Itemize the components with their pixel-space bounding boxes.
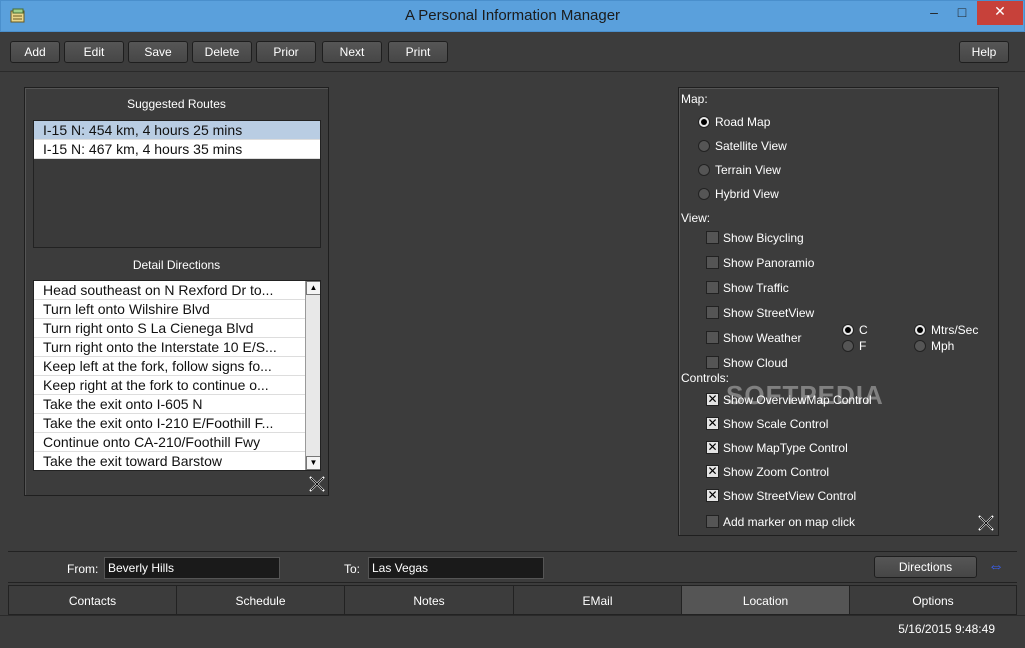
watermark: SOFTPEDIA	[726, 380, 884, 410]
checkbox-icon	[706, 331, 719, 344]
minimize-button[interactable]: ‒	[919, 1, 949, 25]
checkbox-icon	[706, 306, 719, 319]
controls-section-label: Controls:	[681, 371, 730, 385]
help-button[interactable]: Help	[959, 41, 1009, 63]
view-section-label: View:	[681, 211, 711, 225]
direction-item[interactable]: Keep left at the fork, follow signs fo..…	[34, 357, 320, 376]
checkbox-label: Show StreetView	[723, 306, 815, 320]
status-datetime: 5/16/2015 9:48:49	[898, 622, 995, 636]
radio-icon	[698, 188, 710, 200]
scroll-up-icon[interactable]: ▲	[306, 281, 320, 295]
radio-icon	[914, 340, 926, 352]
toolbar: Add Edit Save Delete Prior Next Print He…	[0, 32, 1025, 72]
tab-bar: Contacts Schedule Notes EMail Location O…	[8, 585, 1017, 615]
save-button[interactable]: Save	[128, 41, 188, 63]
scroll-down-icon[interactable]: ▼	[306, 456, 320, 470]
detail-directions-title: Detail Directions	[132, 258, 221, 272]
radio-label: Road Map	[715, 115, 771, 129]
tab-options[interactable]: Options	[849, 585, 1017, 615]
edit-button[interactable]: Edit	[64, 41, 124, 63]
route-item[interactable]: I-15 N: 467 km, 4 hours 35 mins	[34, 140, 320, 159]
radio-label: Satellite View	[715, 139, 787, 153]
checkbox-icon	[706, 231, 719, 244]
checkbox-label: Add marker on map click	[723, 515, 856, 529]
direction-item[interactable]: Take the exit toward Barstow	[34, 452, 320, 470]
checkbox-label: Show Panoramio	[723, 256, 815, 270]
close-pane-icon[interactable]	[308, 475, 326, 493]
tab-schedule[interactable]: Schedule	[176, 585, 345, 615]
from-input[interactable]	[104, 557, 280, 579]
direction-item[interactable]: Turn right onto the Interstate 10 E/S...	[34, 338, 320, 357]
direction-item[interactable]: Turn right onto S La Cienega Blvd	[34, 319, 320, 338]
direction-item[interactable]: Continue onto CA-210/Foothill Fwy	[34, 433, 320, 452]
directions-button[interactable]: Directions	[874, 556, 977, 578]
direction-item[interactable]: Turn left onto Wilshire Blvd	[34, 300, 320, 319]
radio-label: Terrain View	[715, 163, 781, 177]
radio-icon	[698, 116, 710, 128]
checkbox-label: Show StreetView Control	[723, 489, 857, 503]
radio-icon	[698, 140, 710, 152]
delete-button[interactable]: Delete	[192, 41, 252, 63]
direction-item[interactable]: Head southeast on N Rexford Dr to...	[34, 281, 320, 300]
close-pane-icon[interactable]	[977, 514, 995, 532]
map-section-label: Map:	[681, 92, 708, 106]
checkbox-label: Show MapType Control	[723, 441, 848, 455]
title-bar: A Personal Information Manager ‒ □ ✕	[0, 0, 1025, 32]
prior-button[interactable]: Prior	[256, 41, 316, 63]
checkbox-icon: ✕	[706, 464, 719, 478]
radio-icon	[842, 340, 854, 352]
checkbox-icon: ✕	[706, 392, 719, 406]
checkbox-icon	[706, 356, 719, 369]
maximize-button[interactable]: □	[947, 1, 977, 25]
tab-notes[interactable]: Notes	[344, 585, 514, 615]
checkbox-label: Show Bicycling	[723, 231, 804, 245]
radio-label: F	[859, 339, 867, 353]
checkbox-icon: ✕	[706, 416, 719, 430]
suggested-routes-title: Suggested Routes	[127, 97, 226, 111]
radio-label: Hybrid View	[715, 187, 779, 201]
checkbox-icon	[706, 515, 719, 528]
checkbox-label: Show Scale Control	[723, 417, 829, 431]
checkbox-icon: ✕	[706, 440, 719, 454]
map-options-panel: Map: Road Map Satellite View Terrain Vie…	[678, 87, 999, 536]
swap-icon[interactable]: ⇔	[988, 559, 1004, 575]
checkbox-label: Show Cloud	[723, 356, 788, 370]
from-label: From:	[67, 562, 99, 576]
checkbox-icon: ✕	[706, 488, 719, 502]
radio-label: Mph	[931, 339, 955, 353]
next-button[interactable]: Next	[322, 41, 382, 63]
radio-icon	[914, 324, 926, 336]
to-label: To:	[344, 562, 361, 576]
directions-scrollbar[interactable]: ▲ ▼	[305, 281, 320, 470]
radio-icon	[842, 324, 854, 336]
radio-label: C	[859, 323, 868, 337]
close-button[interactable]: ✕	[977, 1, 1023, 25]
checkbox-icon	[706, 256, 719, 269]
checkbox-label: Show Traffic	[723, 281, 789, 295]
add-button[interactable]: Add	[10, 41, 60, 63]
checkbox-label: Show Weather	[723, 331, 802, 345]
routes-panel: Suggested Routes I-15 N: 454 km, 4 hours…	[24, 87, 329, 496]
tab-location[interactable]: Location	[681, 585, 850, 615]
direction-item[interactable]: Take the exit onto I-605 N	[34, 395, 320, 414]
checkbox-icon	[706, 281, 719, 294]
address-bar: From: To: Directions ⇔	[8, 551, 1017, 583]
status-bar: 5/16/2015 9:48:49	[0, 615, 1025, 648]
to-input[interactable]	[368, 557, 544, 579]
tab-contacts[interactable]: Contacts	[8, 585, 177, 615]
tab-email[interactable]: EMail	[513, 585, 682, 615]
radio-label: Mtrs/Sec	[931, 323, 979, 337]
route-item[interactable]: I-15 N: 454 km, 4 hours 25 mins	[34, 121, 320, 140]
direction-item[interactable]: Keep right at the fork to continue o...	[34, 376, 320, 395]
suggested-routes-list[interactable]: I-15 N: 454 km, 4 hours 25 mins I-15 N: …	[33, 120, 321, 248]
print-button[interactable]: Print	[388, 41, 448, 63]
window-title: A Personal Information Manager	[404, 7, 621, 24]
detail-directions-list[interactable]: Head southeast on N Rexford Dr to... Tur…	[33, 280, 321, 471]
radio-icon	[698, 164, 710, 176]
checkbox-label: Show Zoom Control	[723, 465, 830, 479]
direction-item[interactable]: Take the exit onto I-210 E/Foothill F...	[34, 414, 320, 433]
